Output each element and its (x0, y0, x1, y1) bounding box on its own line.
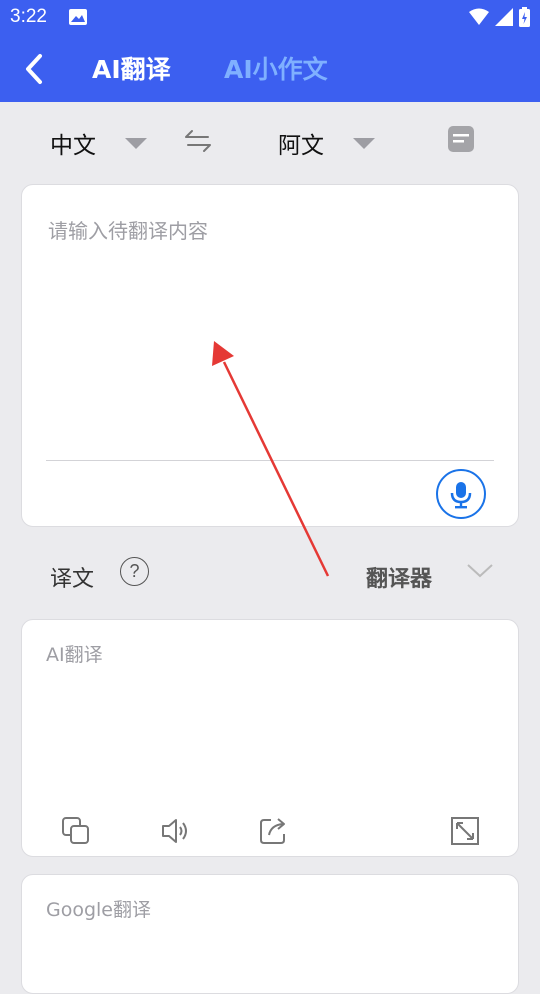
message-icon[interactable] (446, 124, 476, 154)
microphone-button[interactable] (436, 469, 486, 519)
input-card[interactable]: 请输入待翻译内容 (21, 184, 519, 527)
expand-icon[interactable] (449, 815, 481, 847)
dropdown-caret-icon[interactable] (353, 138, 375, 149)
microphone-icon (450, 482, 472, 509)
status-time: 3:22 (10, 6, 47, 27)
input-placeholder[interactable]: 请输入待翻译内容 (48, 215, 208, 244)
image-icon (69, 9, 87, 25)
swap-languages-icon[interactable] (183, 126, 213, 156)
speaker-icon[interactable] (159, 815, 191, 847)
wifi-icon (469, 8, 489, 25)
copy-icon[interactable] (60, 815, 92, 847)
back-arrow-icon[interactable] (18, 51, 54, 87)
share-icon[interactable] (257, 815, 289, 847)
signal-icon (495, 8, 513, 26)
translation-header: 译文 ? 翻译器 (0, 553, 540, 599)
status-icons (469, 6, 530, 28)
battery-icon (519, 7, 530, 27)
divider (46, 460, 494, 461)
tab-ai-essay[interactable]: AI小作文 (224, 50, 328, 86)
source-language[interactable]: 中文 (50, 126, 96, 160)
translation-label: 译文 (50, 567, 95, 592)
dropdown-caret-icon[interactable] (125, 138, 147, 149)
app-header: 3:22 AI翻译 AI小作文 (0, 0, 540, 102)
language-selector: 中文 阿文 (0, 118, 540, 164)
google-translation-card: Google翻译 (21, 874, 519, 994)
target-language[interactable]: 阿文 (278, 126, 324, 160)
result-title: AI翻译 (46, 644, 103, 666)
tab-ai-translate[interactable]: AI翻译 (92, 50, 171, 86)
help-icon[interactable]: ? (120, 557, 149, 586)
chevron-down-icon[interactable] (467, 563, 493, 579)
result-title: Google翻译 (46, 899, 152, 921)
ai-translation-card: AI翻译 (21, 619, 519, 857)
translator-selector[interactable]: 翻译器 (366, 561, 432, 593)
